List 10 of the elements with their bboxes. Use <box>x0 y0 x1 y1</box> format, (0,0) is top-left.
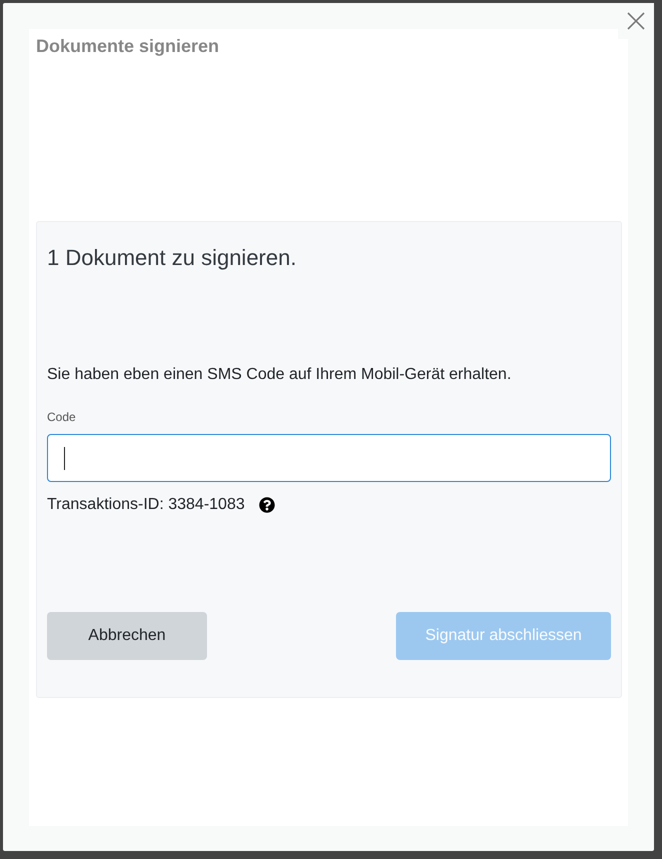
sms-message: Sie haben eben einen SMS Code auf Ihrem Mobil-Gerät erhalten. <box>47 365 512 385</box>
text-cursor-icon <box>64 446 65 470</box>
cancel-button[interactable]: Abbrechen <box>47 612 207 660</box>
help-icon[interactable] <box>258 497 275 513</box>
code-label: Code <box>47 409 76 425</box>
close-icon <box>627 12 645 30</box>
dialog-title: Dokumente signieren <box>36 35 220 58</box>
transaction-id: Transaktions-ID: 3384-1083 <box>47 495 245 515</box>
card-heading: 1 Dokument zu signieren. <box>47 245 296 271</box>
code-input-field[interactable] <box>47 434 611 482</box>
